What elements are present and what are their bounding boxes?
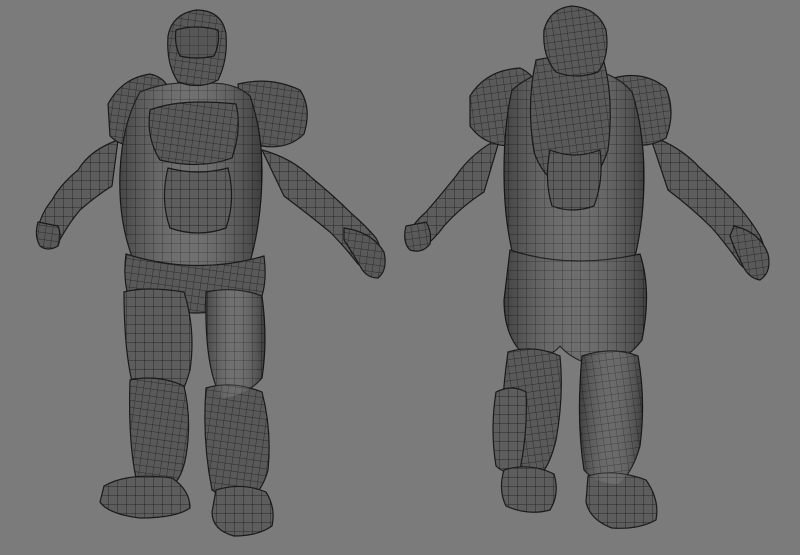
armored-character-front-view [0,0,400,555]
armored-character-back-icon [404,5,770,529]
back-mesh [404,5,770,529]
armored-character-front-icon [35,9,386,537]
3d-viewport[interactable] [0,0,800,555]
front-mesh [35,9,386,537]
armored-character-back-view [400,0,800,555]
